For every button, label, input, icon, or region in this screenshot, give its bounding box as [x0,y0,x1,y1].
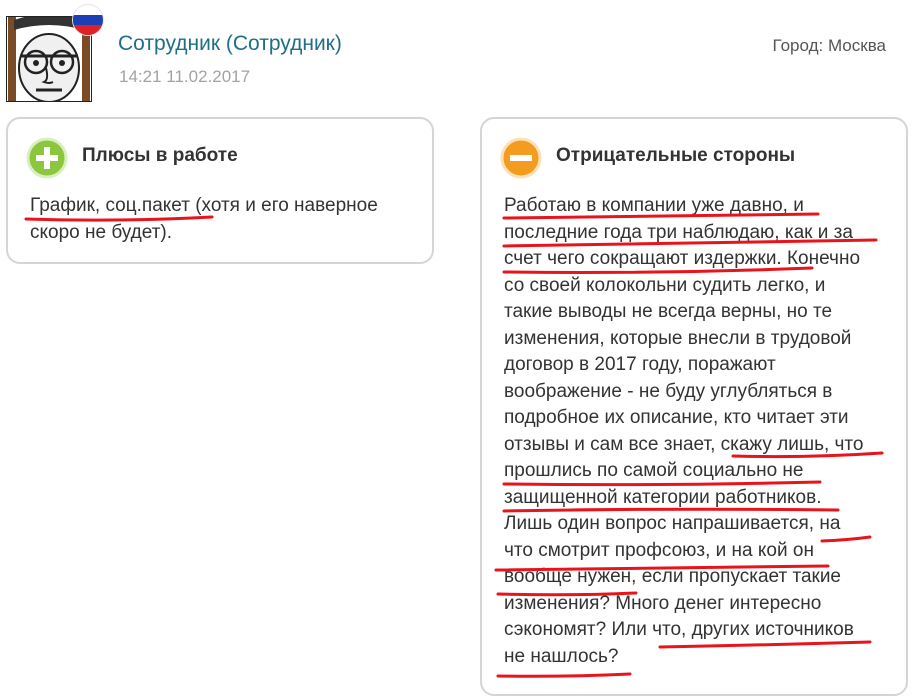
text-line: воображение - не буду углубляться в [504,380,833,402]
text-line: изменения, которые внесли в трудовой [504,327,852,349]
text-line: сэкономят? Или что, других источников [504,619,854,640]
text-line: отзывы и сам все знает, скажу лишь, что [504,433,864,455]
text-line: защищенной категории работников. [504,486,822,508]
text-line: изменения? Много денег интересно [504,592,822,614]
cons-card: Отрицательные стороны Работаю в компании… [480,117,908,696]
pros-card: Плюсы в работе График, соц.пакет (хотя и… [6,117,434,264]
text-line: последние года три наблюдаю, как и за [504,221,853,243]
text-line: подробное их описание, кто читает эти [504,407,849,428]
text-line: Лишь один вопрос напрашивается, на [504,513,841,534]
author-name-link[interactable]: Сотрудник (Сотрудник) [118,32,342,56]
text-line: договор в 2017 году, поражают [504,354,776,375]
review-date: 14:21 11.02.2017 [119,67,251,86]
minus-circle-icon [500,137,542,179]
russia-flag-icon [72,4,104,36]
text-line: Работаю в компании уже давно, и [504,195,804,216]
text-line: такие выводы не всегда верны, но те [504,301,833,322]
cons-text: Работаю в компании уже давно, и последни… [504,193,896,670]
pros-title: Плюсы в работе [82,145,238,166]
text-line: что смотрит профсоюз, и на кой он [504,539,814,561]
text-line: вообще нужен, если пропускает такие [504,566,841,587]
text-line: прошлись по самой социально не [504,460,804,481]
cons-title: Отрицательные стороны [556,145,796,166]
text-line: счет чего сокращают издержки. Конечно [504,248,861,269]
text-line: со своей колокольни судить легко, и [504,274,826,296]
city-label: Город: Москва [772,36,886,55]
plus-circle-icon [26,137,68,179]
text-line: не нашлось? [504,645,619,667]
text-line: График, соц.пакет (хотя и его наверное [30,195,378,216]
text-line: скоро не будет). [30,221,173,243]
pros-text: График, соц.пакет (хотя и его наверное с… [30,193,414,246]
